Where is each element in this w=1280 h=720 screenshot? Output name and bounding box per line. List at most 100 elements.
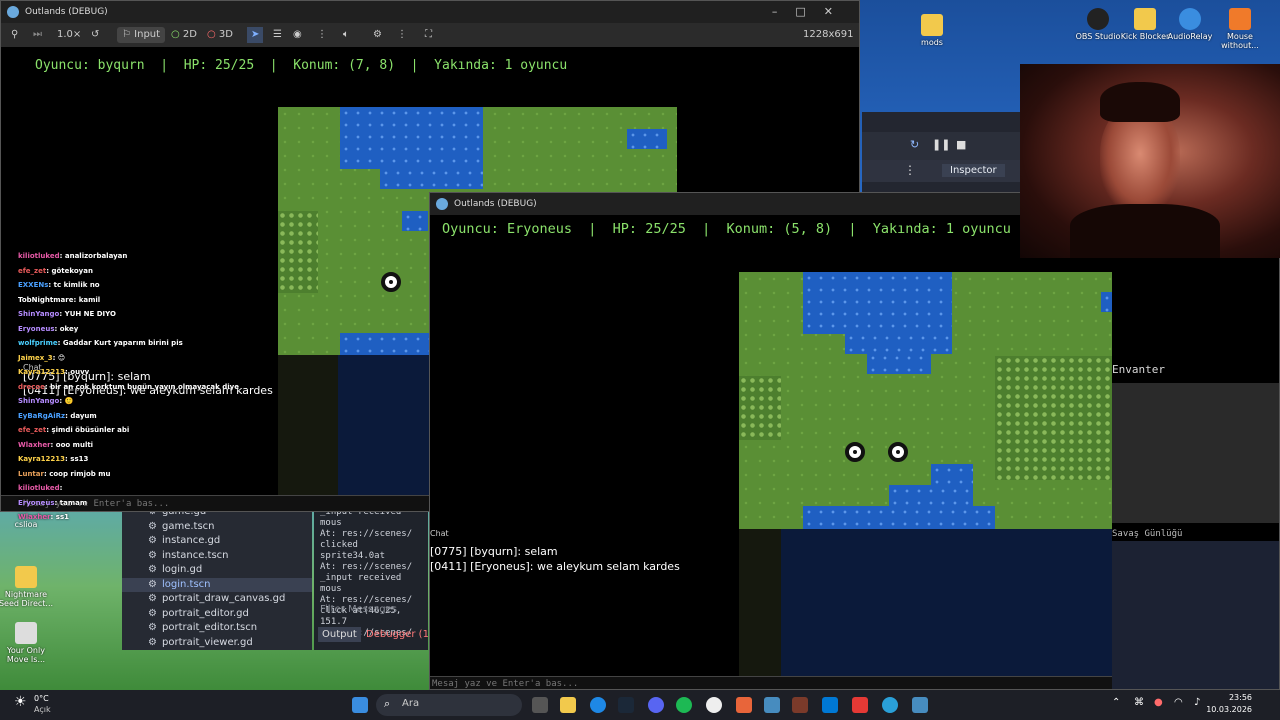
player-sprite[interactable]: [381, 272, 401, 292]
volume-icon[interactable]: ♪: [1194, 697, 1200, 708]
folder-icon: [1134, 8, 1156, 30]
list-icon[interactable]: ☰: [273, 27, 282, 43]
more-icon[interactable]: ⋮: [317, 27, 327, 43]
obs-icon: [1087, 8, 1109, 30]
tab-debugger[interactable]: Debugger (1: [366, 629, 428, 640]
clock-date[interactable]: 10.03.2026: [1206, 705, 1252, 714]
edge-icon[interactable]: [590, 697, 606, 713]
app-icon[interactable]: [792, 697, 808, 713]
eye-icon[interactable]: ◉: [293, 27, 302, 43]
app-icon[interactable]: [736, 697, 752, 713]
stream-chat-user: ShinYango: [18, 397, 60, 405]
file-item[interactable]: instance.tscn: [122, 549, 312, 564]
desktop-icon-mouse-without[interactable]: Mouse without...: [1210, 8, 1270, 50]
forest-tiles: [995, 356, 1112, 480]
app-icon[interactable]: [852, 697, 868, 713]
chat-input[interactable]: Mesaj yaz ve Enter'a bas...: [430, 676, 1112, 689]
stream-chat-message: Wlaxher: ooo multi: [18, 441, 258, 456]
file-item[interactable]: portrait_editor.tscn: [122, 621, 312, 636]
stream-chat-text: bir an çok korktum bugün yayın olmayacak…: [50, 382, 239, 391]
stream-chat-user: Kayra12213: [18, 455, 66, 463]
stream-chat-user: wolfprime: [18, 339, 58, 347]
separator: :: [59, 484, 63, 492]
player-sprite[interactable]: [845, 442, 865, 462]
godot-icon[interactable]: [764, 697, 780, 713]
stream-chat-text: 🙂: [64, 397, 74, 405]
file-item[interactable]: portrait_draw_canvas.gd: [122, 592, 312, 607]
refresh-icon[interactable]: ↻: [910, 138, 919, 151]
more-icon[interactable]: ⋮: [904, 163, 916, 177]
inventory-label: Envanter: [1112, 363, 1165, 376]
file-item[interactable]: portrait_editor.gd: [122, 607, 312, 622]
steam-icon[interactable]: [618, 697, 634, 713]
desktop-icon-your-only-move[interactable]: Your Only Move Is...: [0, 622, 56, 664]
file-item[interactable]: instance.gd: [122, 534, 312, 549]
chevron-up-icon[interactable]: ⌃: [1112, 697, 1120, 708]
windows-start-icon[interactable]: [352, 697, 368, 713]
task-view-icon[interactable]: [532, 697, 548, 713]
stop-icon[interactable]: ■: [956, 138, 966, 151]
chat-line: [0411] [Eryoneus]: we aleykum selam kard…: [430, 560, 680, 573]
river-tiles: [340, 333, 430, 355]
mic-icon[interactable]: ●: [1154, 697, 1163, 708]
vscode-icon[interactable]: [822, 697, 838, 713]
more-icon[interactable]: ⋮: [397, 27, 407, 43]
fullscreen-icon[interactable]: ⛶: [425, 27, 432, 43]
stream-chat-text: tc kimlik no: [53, 281, 100, 289]
stream-chat-message: EXXENs: tc kimlik no: [18, 281, 258, 296]
taskbar: ☀ 0°C Açık ⌕ Ara ⌃ ⌘ ● ◠ ♪ 23:56 10.03.2…: [0, 690, 1280, 720]
pause-icon[interactable]: ❚❚: [932, 138, 950, 151]
filter-messages-input[interactable]: Filter Messages: [320, 604, 397, 615]
desktop-icon-nightmare-seed[interactable]: Nightmare Seed Direct...: [0, 566, 56, 608]
tab-output[interactable]: Output: [318, 627, 361, 642]
stream-chat-text: şimdi öbüsünler abi: [51, 426, 130, 434]
stream-chat-text: 😊: [57, 353, 66, 362]
lake-tiles: [340, 107, 483, 169]
discord-icon[interactable]: [648, 697, 664, 713]
debug-icon[interactable]: ⚲: [11, 27, 18, 43]
mode-3d-button[interactable]: ○ 3D: [207, 27, 233, 43]
player-hud: Oyuncu: byqurn | HP: 25/25 | Konum: (7, …: [35, 58, 568, 73]
camera-icon[interactable]: ⚙: [373, 27, 382, 43]
mode-2d-button[interactable]: ○ 2D: [171, 27, 197, 43]
streamer-shoulders: [1070, 204, 1220, 258]
godot-icon[interactable]: [912, 697, 928, 713]
unexplored-land: [739, 529, 781, 689]
select-tool-icon[interactable]: ➤: [247, 27, 264, 43]
river-tiles: [803, 506, 995, 529]
stream-chat-user: Jaimex_3: [18, 353, 53, 362]
taskbar-search[interactable]: ⌕ Ara: [376, 694, 522, 716]
speed-button[interactable]: 1.0×: [57, 27, 81, 43]
reset-icon[interactable]: ↺: [91, 27, 99, 43]
stream-chat-user: drecoe: [18, 382, 45, 391]
unreal-icon[interactable]: [706, 697, 722, 713]
game-icon: [15, 622, 37, 644]
weather-icon[interactable]: ☀: [14, 694, 27, 710]
desktop-icon-mods[interactable]: mods: [902, 14, 962, 47]
file-explorer-icon[interactable]: [560, 697, 576, 713]
stream-chat-text: ouvv: [70, 368, 90, 376]
other-player-sprite[interactable]: [888, 442, 908, 462]
resolution-label: 1228x691: [803, 29, 854, 40]
spotify-icon[interactable]: [676, 697, 692, 713]
app-icon[interactable]: [882, 697, 898, 713]
chat-label: Chat: [430, 529, 449, 538]
chat-line: [0775] [byqurn]: selam: [430, 545, 558, 558]
speaker-icon[interactable]: 🔈︎: [343, 27, 349, 43]
world-map[interactable]: [739, 272, 1112, 689]
input-toggle[interactable]: ⚐ Input: [117, 27, 166, 43]
lake-tiles: [845, 332, 952, 354]
clock-time[interactable]: 23:56: [1212, 693, 1252, 702]
wifi-icon[interactable]: ◠: [1174, 697, 1183, 708]
lake-tiles: [402, 211, 428, 231]
file-item-selected[interactable]: login.tscn: [122, 577, 312, 592]
network-icon[interactable]: ⌘: [1134, 697, 1144, 708]
file-item[interactable]: portrait_viewer.gd: [122, 636, 312, 651]
stream-chat-message: kiliotluked: analizorbalayan: [18, 252, 258, 267]
file-item[interactable]: login.gd: [122, 563, 312, 578]
input-icon: ⚐: [122, 29, 135, 40]
step-icon[interactable]: ⏭: [33, 27, 42, 43]
window-controls[interactable]: –□✕: [772, 1, 851, 23]
godot-icon: [436, 198, 448, 210]
tab-inspector[interactable]: Inspector: [942, 164, 1005, 177]
